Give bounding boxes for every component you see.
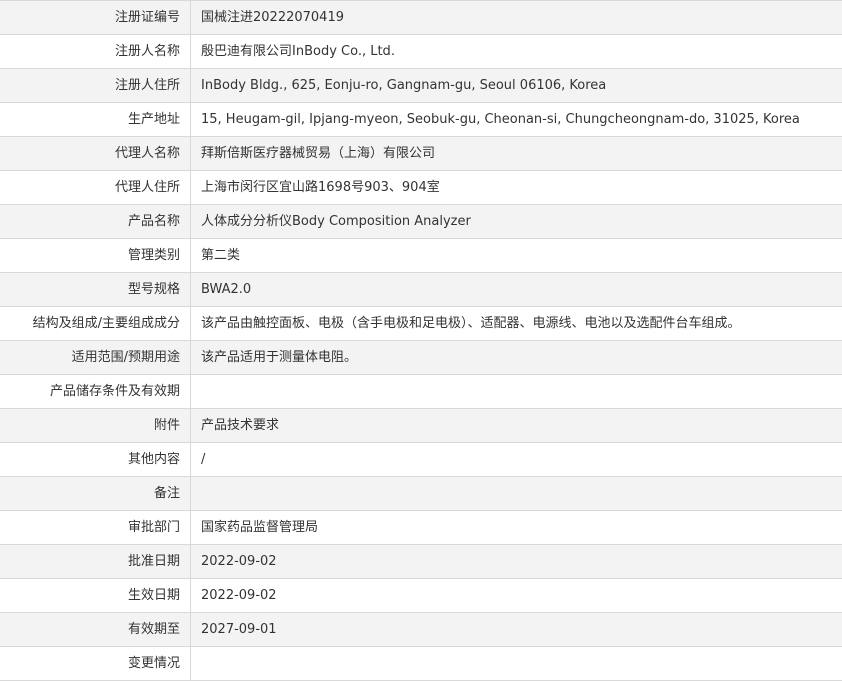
value-remarks xyxy=(191,477,842,510)
row-effective-date: 生效日期 2022-09-02 xyxy=(0,579,842,613)
label-other-content: 其他内容 xyxy=(127,452,180,467)
label-model-spec: 型号规格 xyxy=(127,282,180,297)
value-registrant-address: InBody Bldg., 625, Eonju-ro, Gangnam-gu,… xyxy=(201,78,607,93)
label-approval-date: 批准日期 xyxy=(127,554,180,569)
label-agent-name: 代理人名称 xyxy=(114,146,180,161)
label-storage-validity: 产品储存条件及有效期 xyxy=(49,384,180,399)
label-registrant-address: 注册人住所 xyxy=(114,78,180,93)
row-production-address: 生产地址 15, Heugam-gil, Ipjang-myeon, Seobu… xyxy=(0,103,842,137)
row-change-status: 变更情况 xyxy=(0,647,842,681)
value-approval-department: 国家药品监督管理局 xyxy=(201,520,319,535)
value-production-address: 15, Heugam-gil, Ipjang-myeon, Seobuk-gu,… xyxy=(201,112,800,127)
row-valid-until: 有效期至 2027-09-01 xyxy=(0,613,842,647)
value-model-spec: BWA2.0 xyxy=(201,282,252,297)
row-registration-number: 注册证编号 国械注进20222070419 xyxy=(0,1,842,35)
label-scope-intended-use: 适用范围/预期用途 xyxy=(71,350,180,365)
row-remarks: 备注 xyxy=(0,477,842,511)
label-valid-until: 有效期至 xyxy=(127,622,180,637)
label-registration-number: 注册证编号 xyxy=(114,10,180,25)
value-change-status xyxy=(191,647,842,680)
value-storage-validity xyxy=(191,375,842,408)
row-structure-composition: 结构及组成/主要组成成分 该产品由触控面板、电极（含手电极和足电极）、适配器、电… xyxy=(0,307,842,341)
value-registrant-name: 殷巴迪有限公司InBody Co., Ltd. xyxy=(201,44,395,59)
value-agent-name: 拜斯倍斯医疗器械贸易（上海）有限公司 xyxy=(201,146,436,161)
label-structure-composition: 结构及组成/主要组成成分 xyxy=(32,316,180,331)
label-approval-department: 审批部门 xyxy=(127,520,180,535)
row-product-name: 产品名称 人体成分分析仪Body Composition Analyzer xyxy=(0,205,842,239)
value-structure-composition: 该产品由触控面板、电极（含手电极和足电极）、适配器、电源线、电池以及选配件台车组… xyxy=(201,316,741,331)
row-registrant-name: 注册人名称 殷巴迪有限公司InBody Co., Ltd. xyxy=(0,35,842,69)
value-effective-date: 2022-09-02 xyxy=(201,588,277,603)
value-other-content: / xyxy=(201,452,206,467)
value-scope-intended-use: 该产品适用于测量体电阻。 xyxy=(201,350,358,365)
label-effective-date: 生效日期 xyxy=(127,588,180,603)
label-change-status: 变更情况 xyxy=(127,656,180,671)
label-registrant-name: 注册人名称 xyxy=(114,44,180,59)
row-storage-validity: 产品储存条件及有效期 xyxy=(0,375,842,409)
row-other-content: 其他内容 / xyxy=(0,443,842,477)
value-attachment: 产品技术要求 xyxy=(201,418,280,433)
label-remarks: 备注 xyxy=(153,486,180,501)
row-attachment: 附件 产品技术要求 xyxy=(0,409,842,443)
label-product-name: 产品名称 xyxy=(127,214,180,229)
row-approval-department: 审批部门 国家药品监督管理局 xyxy=(0,511,842,545)
value-management-category: 第二类 xyxy=(201,248,241,263)
value-valid-until: 2027-09-01 xyxy=(201,622,277,637)
row-management-category: 管理类别 第二类 xyxy=(0,239,842,273)
label-production-address: 生产地址 xyxy=(127,112,180,127)
row-scope-intended-use: 适用范围/预期用途 该产品适用于测量体电阻。 xyxy=(0,341,842,375)
value-agent-address: 上海市闵行区宜山路1698号903、904室 xyxy=(201,180,440,195)
value-registration-number: 国械注进20222070419 xyxy=(201,10,344,25)
row-agent-name: 代理人名称 拜斯倍斯医疗器械贸易（上海）有限公司 xyxy=(0,137,842,171)
label-agent-address: 代理人住所 xyxy=(114,180,180,195)
row-agent-address: 代理人住所 上海市闵行区宜山路1698号903、904室 xyxy=(0,171,842,205)
row-model-spec: 型号规格 BWA2.0 xyxy=(0,273,842,307)
row-registrant-address: 注册人住所 InBody Bldg., 625, Eonju-ro, Gangn… xyxy=(0,69,842,103)
value-approval-date: 2022-09-02 xyxy=(201,554,277,569)
label-attachment: 附件 xyxy=(153,418,180,433)
registration-details-table: 注册证编号 国械注进20222070419 注册人名称 殷巴迪有限公司InBod… xyxy=(0,0,842,681)
label-management-category: 管理类别 xyxy=(127,248,180,263)
row-approval-date: 批准日期 2022-09-02 xyxy=(0,545,842,579)
value-product-name: 人体成分分析仪Body Composition Analyzer xyxy=(201,214,471,229)
